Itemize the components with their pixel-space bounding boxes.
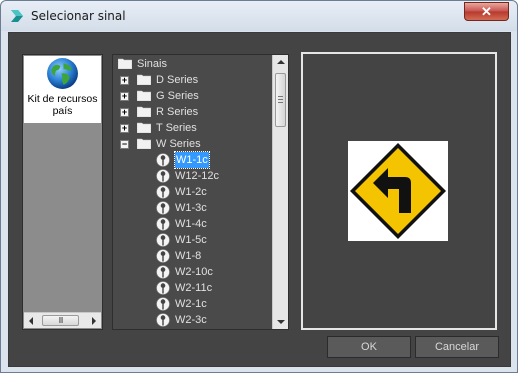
folder-icon [136,74,152,86]
scroll-thumb[interactable] [275,73,286,127]
tree-item-folder[interactable]: Sinais [113,56,273,72]
tree-item-sign[interactable]: W1-4c [113,216,273,232]
tree-item-folder[interactable]: + G Series [113,88,273,104]
tree-item-sign[interactable]: W1-2c [113,184,273,200]
tree-item-sign[interactable]: W2-1c [113,296,273,312]
sign-tree[interactable]: Sinais + D Series + G Series + R Series + T Seri… [112,54,289,330]
tree-item-label: W2-11c [175,282,213,294]
folder-icon [136,122,152,134]
tree-item-label: D Series [156,74,199,86]
window-title: Selecionar sinal [31,9,126,23]
folder-icon [136,90,152,102]
sign-icon [156,297,170,311]
tree-item-sign[interactable]: W1-3c [113,200,273,216]
expand-icon[interactable]: + [120,108,129,117]
scroll-left-icon[interactable] [29,317,33,325]
dialog-window: Selecionar sinal ✕ Kit de recursos país … [0,0,518,373]
tree-item-sign[interactable]: W2-10c [113,264,273,280]
tree-item-label: W Series [156,138,201,150]
tree-item-label: W1-4c [175,218,207,230]
title-bar[interactable]: Selecionar sinal ✕ [1,1,517,31]
tree-item-label: W1-3c [175,202,207,214]
tree-item-label: W2-3c [175,314,207,326]
tree-item-label: W1-1c [174,151,210,169]
scroll-down-icon[interactable] [277,320,285,324]
sign-preview [301,52,497,330]
tree-item-label: T Series [156,122,197,134]
globe-icon [47,58,78,89]
app-icon [11,10,23,22]
tree-item-folder[interactable]: + R Series [113,104,273,120]
folder-icon [136,138,152,150]
sign-icon [156,201,170,215]
ok-button[interactable]: OK [327,336,411,358]
sign-icon [156,249,170,263]
tree-item-folder[interactable]: + T Series [113,120,273,136]
scroll-right-icon[interactable] [92,317,96,325]
sign-icon [156,217,170,231]
sign-icon [156,313,170,327]
sign-icon [156,233,170,247]
close-button[interactable]: ✕ [464,2,509,21]
horizontal-scrollbar[interactable]: III [24,312,101,328]
tree-item-sign[interactable]: W1-8 [113,248,273,264]
tree-item-label: R Series [156,106,199,118]
left-turn-sign-icon [350,143,446,239]
folder-icon [117,58,133,70]
tree-item-sign[interactable]: W2-3c [113,312,273,328]
expand-icon[interactable]: + [120,92,129,101]
cancel-button[interactable]: Cancelar [415,336,499,358]
sign-icon [156,281,170,295]
library-list[interactable]: Kit de recursos país III [22,54,103,330]
library-item-kit[interactable]: Kit de recursos país [24,56,101,123]
tree-item-sign[interactable]: W1-1c [113,151,273,169]
tree-item-label: W2-1c [175,298,207,310]
sign-icon [156,265,170,279]
expand-icon[interactable]: + [120,76,129,85]
tree-item-sign[interactable]: W2-11c [113,280,273,296]
tree-item-label: W12-12c [175,170,220,182]
tree-item-label: W1-5c [175,234,207,246]
tree-item-label: W1-2c [175,186,207,198]
expand-icon[interactable]: + [120,124,129,133]
tree-item-label: W1-8 [175,250,202,262]
sign-icon [156,153,170,167]
sign-icon [156,185,170,199]
dialog-body: Kit de recursos país III Sinais + D Series… [8,32,511,367]
vertical-scrollbar[interactable] [272,55,288,329]
tree-item-label: G Series [156,90,199,102]
tree-item-folder[interactable]: − W Series [113,136,273,152]
tree-item-folder[interactable]: + D Series [113,72,273,88]
sign-icon [156,169,170,183]
scroll-thumb[interactable]: III [42,315,79,326]
collapse-icon[interactable]: − [120,140,129,149]
tree-item-label: W2-10c [175,266,213,278]
scroll-up-icon[interactable] [277,60,285,64]
library-item-label: Kit de recursos país [27,93,98,117]
tree-item-sign[interactable]: W1-5c [113,232,273,248]
preview-image [348,141,448,241]
tree-item-sign[interactable]: W12-12c [113,168,273,184]
tree-item-label: Sinais [137,58,167,70]
folder-icon [136,106,152,118]
